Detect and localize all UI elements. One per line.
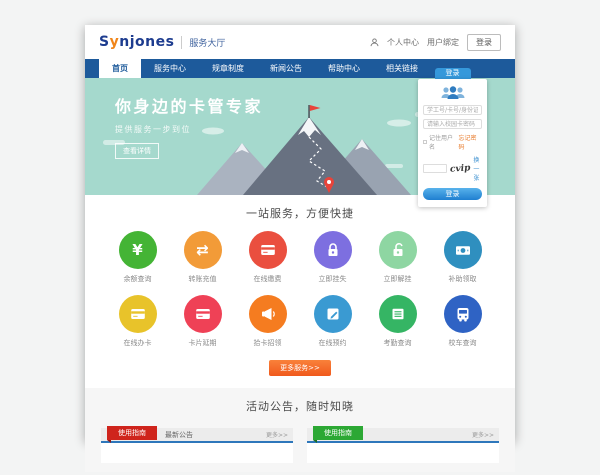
- user-icon: [370, 38, 379, 47]
- nav-item-rules[interactable]: 规章制度: [199, 59, 257, 78]
- bus-icon: [444, 295, 482, 333]
- tab-latest-announcements[interactable]: 最新公告: [165, 430, 193, 440]
- nav-item-help-center[interactable]: 帮助中心: [315, 59, 373, 78]
- list-icon: [379, 295, 417, 333]
- service-card-extension[interactable]: 卡片延期: [170, 295, 235, 348]
- header-actions: 个人中心 用户绑定 登录: [370, 34, 501, 51]
- hero-text: 你身边的卡管专家 提供服务一步到位 查看详情: [115, 93, 263, 159]
- header-login-button[interactable]: 登录: [467, 34, 501, 51]
- site-tagline: 服务大厅: [181, 36, 225, 49]
- edit-icon: [314, 295, 352, 333]
- page: Synjones 服务大厅 个人中心 用户绑定 登录 首页 服务中心 规章制度 …: [85, 25, 515, 441]
- transfer-arrows-icon: ⇄: [184, 231, 222, 269]
- personal-center-link[interactable]: 个人中心: [387, 37, 419, 48]
- user-binding-link[interactable]: 用户绑定: [427, 37, 459, 48]
- captcha-row: cvip 换一张: [423, 155, 482, 182]
- logo: Synjones: [99, 34, 174, 50]
- more-services-button[interactable]: 更多服务>>: [269, 360, 331, 376]
- service-online-payment[interactable]: 在线缴费: [235, 231, 300, 284]
- hero-title: 你身边的卡管专家: [115, 93, 263, 117]
- announcements-section: 活动公告，随时知晓 使用指南 最新公告 更多>> 使用指南 更多>>: [85, 388, 515, 472]
- services-section: 一站服务，方便快捷 ¥ 余额查询 ⇄ 转账充值 在线缴费 立即挂失: [85, 195, 515, 376]
- login-submit-button[interactable]: 登录: [423, 188, 482, 200]
- nav-item-news[interactable]: 新闻公告: [257, 59, 315, 78]
- login-panel: 登录 记住用户名 忘记密码 cvip 换一张: [418, 68, 487, 207]
- hero-banner: 你身边的卡管专家 提供服务一步到位 查看详情 登录: [85, 78, 515, 195]
- captcha-image[interactable]: cvip: [450, 163, 471, 174]
- service-report-loss[interactable]: 立即挂失: [300, 231, 365, 284]
- captcha-refresh-link[interactable]: 换一张: [473, 155, 482, 182]
- service-card-lost-found[interactable]: 拾卡招领: [235, 295, 300, 348]
- users-icon: [438, 85, 468, 101]
- left-panel-content: [101, 441, 293, 463]
- card-icon: [119, 295, 157, 333]
- remember-checkbox[interactable]: [423, 140, 427, 144]
- announcements-left-panel: 使用指南 最新公告 更多>>: [101, 428, 293, 463]
- password-input[interactable]: [423, 119, 482, 129]
- login-tab[interactable]: 登录: [435, 68, 471, 79]
- unlock-icon: [379, 231, 417, 269]
- service-release-loss[interactable]: 立即解挂: [365, 231, 430, 284]
- service-transfer-recharge[interactable]: ⇄ 转账充值: [170, 231, 235, 284]
- services-grid: ¥ 余额查询 ⇄ 转账充值 在线缴费 立即挂失: [105, 231, 495, 348]
- remember-label: 记住用户名: [429, 133, 458, 151]
- lock-icon: [314, 231, 352, 269]
- right-more-link[interactable]: 更多>>: [472, 430, 494, 439]
- left-more-link[interactable]: 更多>>: [266, 430, 288, 439]
- megaphone-icon: [249, 295, 287, 333]
- service-subsidy-collect[interactable]: 补助领取: [430, 231, 495, 284]
- announcements-title: 活动公告，随时知晓: [85, 398, 515, 414]
- brand[interactable]: Synjones 服务大厅: [99, 34, 225, 50]
- forgot-password-link[interactable]: 忘记密码: [458, 133, 482, 151]
- hero-cta-button[interactable]: 查看详情: [115, 143, 159, 159]
- service-schoolbus-inquiry[interactable]: 校车查询: [430, 295, 495, 348]
- remember-row: 记住用户名 忘记密码: [423, 133, 482, 151]
- banknote-icon: [444, 231, 482, 269]
- right-panel-content: [307, 441, 499, 463]
- service-online-booking[interactable]: 在线预约: [300, 295, 365, 348]
- tab-usage-guide-right[interactable]: 使用指南: [313, 426, 363, 440]
- service-balance-inquiry[interactable]: ¥ 余额查询: [105, 231, 170, 284]
- card-icon: [249, 231, 287, 269]
- tab-usage-guide[interactable]: 使用指南: [107, 426, 157, 440]
- services-title: 一站服务，方便快捷: [85, 205, 515, 221]
- username-input[interactable]: [423, 105, 482, 115]
- card-icon: [184, 295, 222, 333]
- nav-item-service-center[interactable]: 服务中心: [141, 59, 199, 78]
- service-online-card-apply[interactable]: 在线办卡: [105, 295, 170, 348]
- service-attendance-inquiry[interactable]: 考勤查询: [365, 295, 430, 348]
- yen-icon: ¥: [119, 231, 157, 269]
- header: Synjones 服务大厅 个人中心 用户绑定 登录: [85, 25, 515, 59]
- nav-item-home[interactable]: 首页: [99, 59, 141, 78]
- announcements-right-panel: 使用指南 更多>>: [307, 428, 499, 463]
- hero-subtitle: 提供服务一步到位: [115, 124, 263, 135]
- captcha-input[interactable]: [423, 164, 447, 173]
